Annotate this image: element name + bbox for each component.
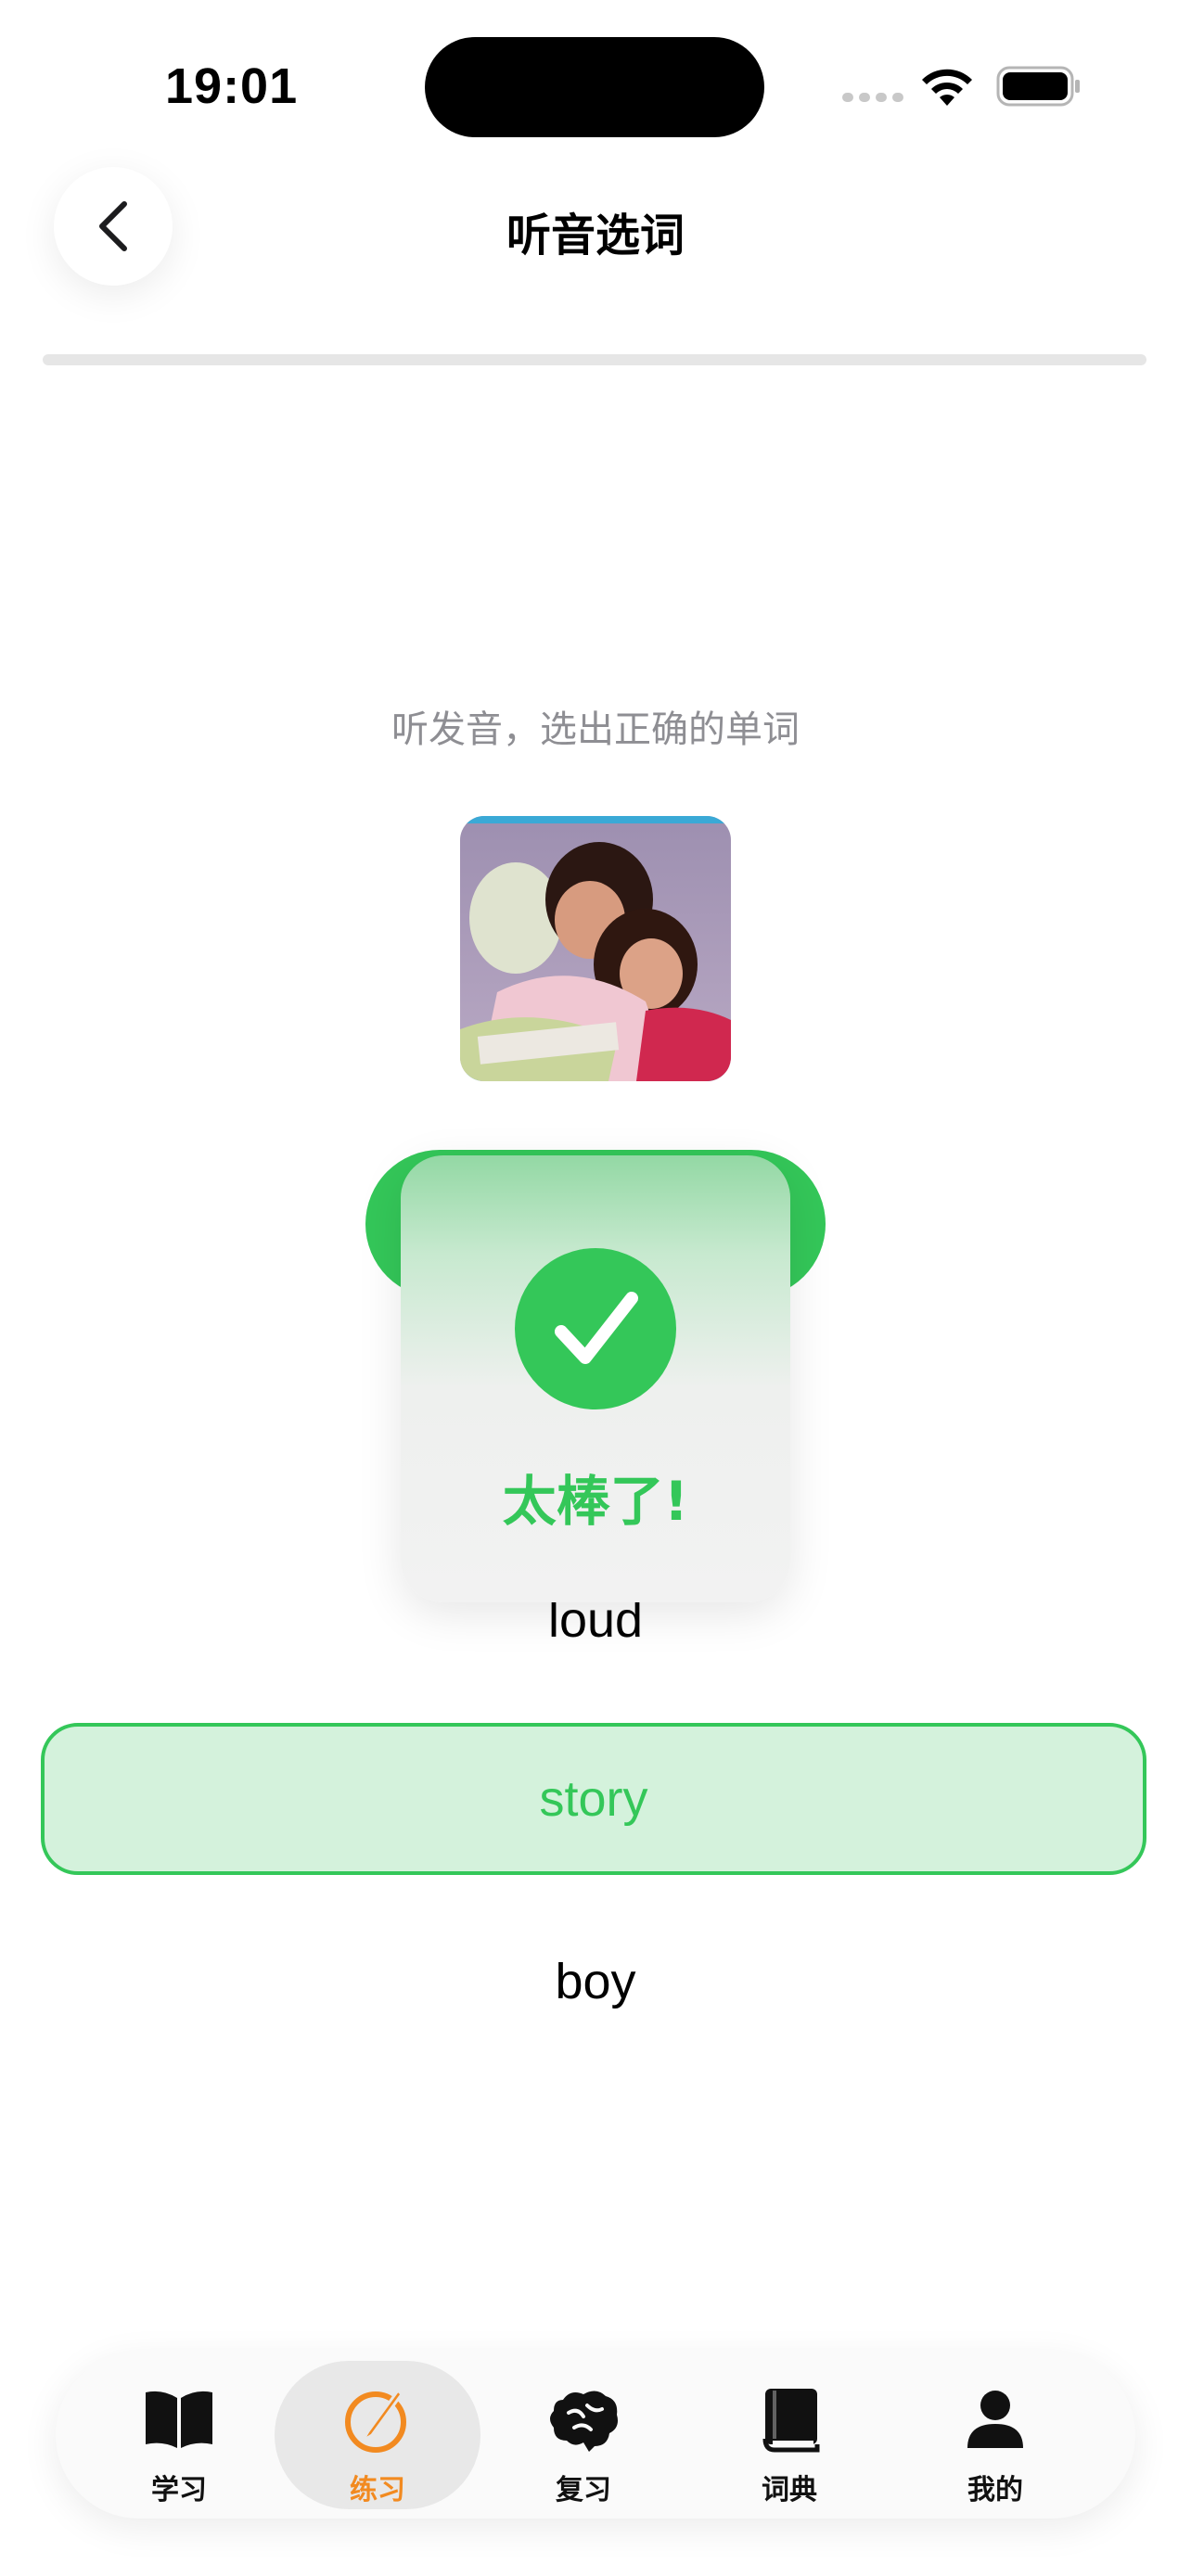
tab-practice[interactable]: 练习	[275, 2361, 480, 2509]
status-time: 19:01	[165, 58, 299, 114]
word-illustration-image[interactable]	[460, 816, 731, 1081]
page-title: 听音选词	[506, 210, 685, 261]
person-icon	[967, 2391, 1023, 2448]
progress-bar	[43, 354, 1146, 365]
instruction-text: 听发音，选出正确的单词	[391, 708, 800, 751]
dictionary-icon	[762, 2389, 820, 2453]
brain-icon	[550, 2391, 618, 2452]
wifi-icon	[922, 69, 972, 106]
tab-dictionary[interactable]: 词典	[686, 2361, 892, 2509]
book-icon	[146, 2391, 212, 2448]
tab-bar: 学习 练习 复习 词典 我的	[56, 2352, 1135, 2519]
pencil-circle-icon	[345, 2388, 406, 2453]
tab-label: 词典	[762, 2474, 817, 2506]
correct-feedback-popup: 太棒了!	[401, 1155, 790, 1602]
dynamic-island	[425, 37, 764, 137]
battery-icon	[996, 66, 1080, 107]
feedback-message: 太棒了!	[502, 1470, 689, 1533]
cellular-signal-icon	[842, 93, 905, 102]
tab-profile[interactable]: 我的	[892, 2361, 1098, 2509]
answer-option-story[interactable]: story	[41, 1723, 1146, 1875]
tab-label: 练习	[350, 2474, 405, 2506]
tab-review[interactable]: 复习	[480, 2361, 686, 2509]
tab-label: 学习	[151, 2474, 207, 2506]
feedback-check-badge	[515, 1248, 676, 1409]
answer-option-boy[interactable]: boy	[0, 1953, 1191, 2010]
checkmark-icon	[555, 1292, 638, 1364]
tab-learn[interactable]: 学习	[76, 2361, 282, 2509]
tab-label: 复习	[556, 2474, 611, 2506]
tab-label: 我的	[967, 2474, 1023, 2506]
